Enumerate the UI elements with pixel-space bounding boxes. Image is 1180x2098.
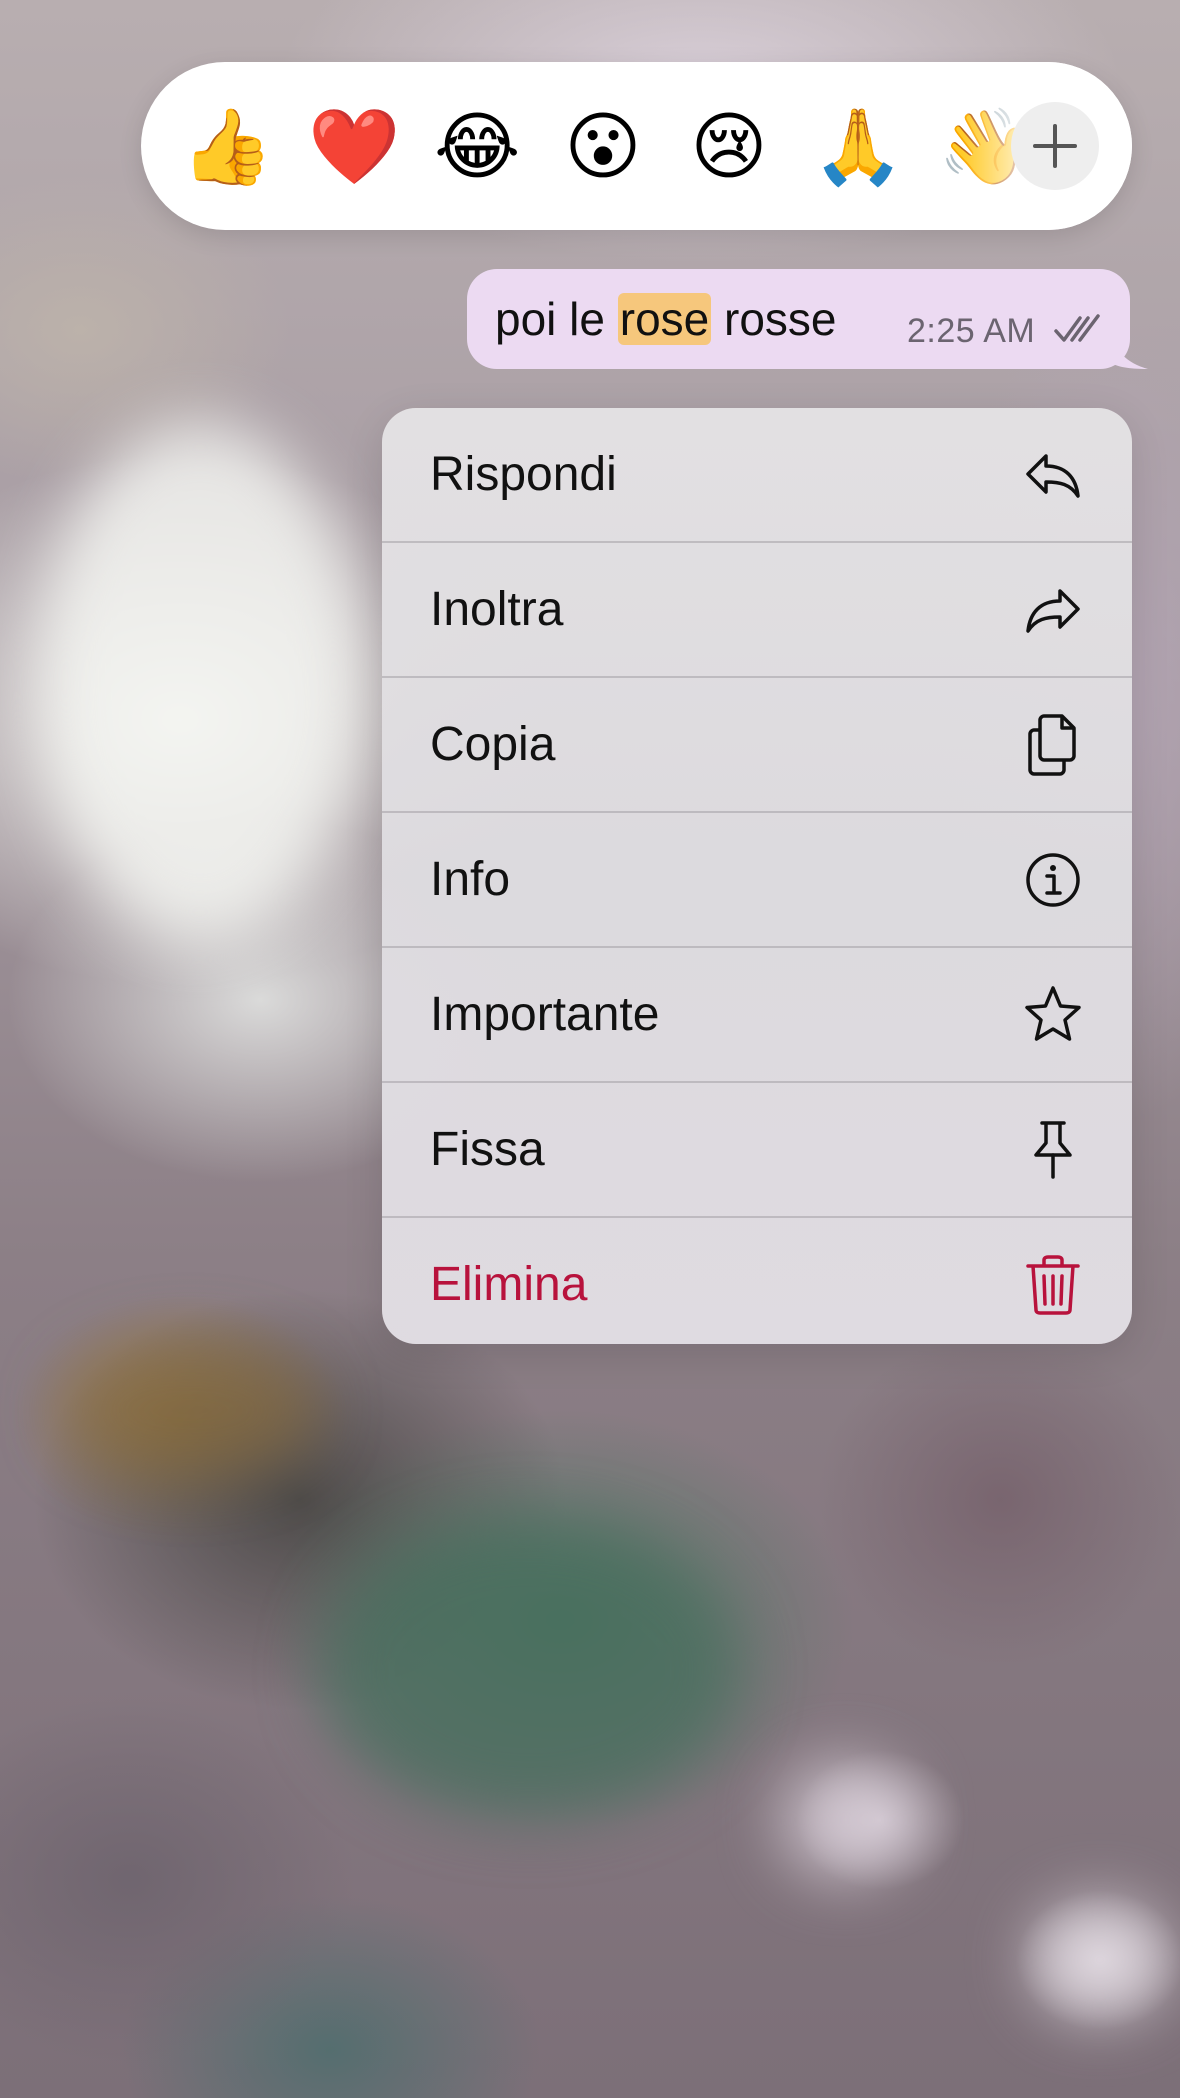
tears-of-joy-reaction[interactable]: 😂: [434, 104, 520, 190]
pin-icon: [1034, 1121, 1072, 1179]
menu-item-info[interactable]: Info: [382, 813, 1132, 946]
double-check-icon: [1054, 314, 1100, 342]
menu-item-label: Elimina: [430, 1258, 588, 1311]
crying-face-reaction[interactable]: 😢: [686, 104, 772, 190]
background-blur-blob: [40, 420, 360, 940]
message-bubble[interactable]: poi le rose rosse 2:25 AM: [467, 269, 1130, 369]
search-highlight: rose: [617, 293, 712, 345]
thumbs-up-reaction[interactable]: 👍: [181, 104, 273, 190]
background-blur-blob: [320, 1520, 740, 1820]
red-heart-reaction[interactable]: ❤️: [308, 104, 400, 190]
plus-icon: [1033, 124, 1077, 168]
menu-item-label: Rispondi: [430, 448, 617, 501]
menu-item-copy[interactable]: Copia: [382, 678, 1132, 811]
reply-icon: [1026, 454, 1080, 498]
more-reactions-button[interactable]: [1011, 102, 1099, 190]
background-blur-blob: [780, 1760, 910, 1880]
surprised-face-reaction[interactable]: 😮: [560, 104, 646, 190]
info-icon: [1026, 853, 1080, 907]
folded-hands-reaction[interactable]: 🙏: [812, 104, 904, 190]
message-text-part: rosse: [711, 293, 837, 345]
menu-item-label: Importante: [430, 988, 660, 1041]
message-context-menu: Rispondi Inoltra Copia Info Importante F…: [382, 408, 1132, 1344]
menu-item-star[interactable]: Importante: [382, 948, 1132, 1081]
copy-icon: [1028, 714, 1076, 776]
message-timestamp: 2:25 AM: [907, 312, 1036, 350]
menu-item-label: Copia: [430, 718, 556, 771]
trash-icon: [1026, 1255, 1080, 1315]
menu-item-label: Info: [430, 853, 511, 906]
message-text: poi le rose rosse: [495, 291, 837, 347]
reaction-bar: 👍 ❤️ 😂 😮 😢 🙏 👋: [141, 62, 1132, 230]
background-blur-blob: [60, 1340, 320, 1480]
menu-item-label: Inoltra: [430, 583, 564, 636]
menu-item-reply[interactable]: Rispondi: [382, 408, 1132, 541]
message-text-part: poi le: [495, 293, 618, 345]
menu-item-forward[interactable]: Inoltra: [382, 543, 1132, 676]
menu-item-delete[interactable]: Elimina: [382, 1218, 1132, 1344]
star-icon: [1025, 986, 1081, 1041]
menu-item-pin[interactable]: Fissa: [382, 1083, 1132, 1216]
forward-icon: [1026, 589, 1080, 633]
background-blur-blob: [1030, 1900, 1170, 2020]
menu-item-label: Fissa: [430, 1123, 545, 1176]
